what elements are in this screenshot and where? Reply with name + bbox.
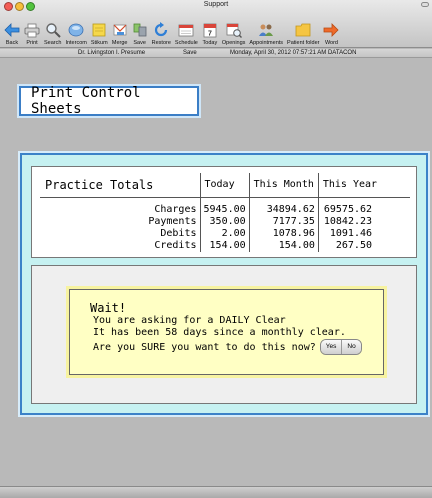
cell-value: 69575.62 — [323, 203, 373, 215]
yes-button[interactable]: Yes — [320, 340, 342, 354]
arrow-right-icon — [323, 22, 340, 38]
current-datetime: Monday, April 30, 2012 07:57:21 AM DATAC… — [230, 50, 357, 56]
today-button[interactable]: 7 Today — [200, 12, 220, 46]
appointments-button[interactable]: Appointments — [247, 12, 285, 46]
table-row: Debits 2.00 1078.96 1091.46 — [40, 227, 410, 240]
cell-value: 5945.00 — [200, 197, 250, 216]
row-label-charges: Charges — [40, 197, 201, 216]
merge-button[interactable]: Merge — [110, 12, 130, 46]
page-title: Print Control Sheets — [31, 85, 141, 117]
cell-value: 2.00 — [200, 227, 250, 240]
cell-value: 10842.23 — [323, 215, 373, 227]
column-header-today: Today — [200, 173, 250, 198]
schedule-button[interactable]: Schedule — [173, 12, 200, 46]
page-title-box: Print Control Sheets — [19, 85, 199, 117]
restore-icon — [153, 22, 169, 38]
daily-clear-warning: Wait! You are asking for a DAILY Clear I… — [69, 289, 384, 375]
stikum-button[interactable]: Stikum — [89, 12, 110, 46]
merge-icon — [112, 22, 128, 38]
save-button[interactable]: Save — [130, 12, 150, 46]
calendar-icon: 7 — [202, 22, 218, 38]
practice-totals-box: Practice Totals Today This Month This Ye… — [31, 166, 417, 258]
cell-value: 267.50 — [335, 239, 372, 251]
openings-button[interactable]: Openings — [220, 12, 248, 46]
folder-icon — [295, 22, 311, 38]
cell-value: 154.00 — [249, 239, 319, 252]
save-icon — [132, 22, 148, 38]
cell-value: 1078.96 — [249, 227, 319, 240]
intercom-button[interactable]: Intercom — [63, 12, 88, 46]
row-label-payments: Payments — [40, 215, 201, 228]
warning-line: You are asking for a DAILY Clear — [93, 315, 286, 326]
column-header-this-month: This Month — [249, 173, 319, 198]
toolbar: Back Print Search Intercom Stikum Merge … — [0, 12, 432, 48]
status-bar — [0, 486, 432, 498]
svg-text:7: 7 — [208, 31, 212, 38]
printer-icon — [24, 22, 40, 38]
cell-value: 7177.35 — [249, 215, 319, 228]
table-row: Credits 154.00 154.00 267.50 — [40, 239, 410, 252]
row-label-debits: Debits — [40, 227, 201, 240]
print-button[interactable]: Print — [22, 12, 42, 46]
restore-button[interactable]: Restore — [150, 12, 173, 46]
table-row: Payments 350.00 7177.35 10842.23 — [40, 215, 410, 228]
intercom-icon — [68, 22, 84, 38]
info-save-label: Save — [183, 50, 197, 56]
practice-totals-title: Practice Totals — [40, 173, 201, 198]
cell-value: 350.00 — [200, 215, 250, 228]
warning-heading: Wait! — [90, 301, 127, 315]
schedule-icon — [178, 22, 194, 38]
word-button[interactable]: Word — [321, 12, 341, 46]
warning-line: It has been 58 days since a monthly clea… — [93, 327, 346, 338]
appointments-icon — [258, 22, 274, 38]
cell-value: 154.00 — [200, 239, 250, 252]
search-button[interactable]: Search — [42, 12, 63, 46]
window-titlebar: Support Back Print Search Intercom Stiku… — [0, 0, 432, 48]
openings-icon — [226, 22, 242, 38]
warning-question: Are you SURE you want to do this now? Yes… — [90, 339, 362, 355]
current-user: Dr. Livingston I. Presume — [78, 50, 146, 56]
column-header-this-year: This Year — [318, 173, 411, 198]
warning-question-text: Are you SURE you want to do this now? — [93, 342, 316, 353]
yes-no-segmented-control: Yes No — [319, 339, 362, 355]
practice-totals-table: Practice Totals Today This Month This Ye… — [40, 173, 411, 252]
window-title: Support — [203, 1, 229, 8]
table-row: Charges 5945.00 34894.62 69575.62 — [40, 197, 410, 216]
back-button[interactable]: Back — [2, 12, 22, 46]
magnifier-icon — [45, 22, 61, 38]
info-bar: Dr. Livingston I. Presume Save Monday, A… — [0, 49, 432, 58]
cell-value: 34894.62 — [249, 197, 319, 216]
toolbar-toggle-button[interactable] — [421, 2, 429, 7]
cell-value: 1091.46 — [329, 227, 373, 239]
back-arrow-icon — [4, 22, 20, 38]
row-label-credits: Credits — [40, 239, 201, 252]
sticky-note-icon — [91, 22, 107, 38]
no-button[interactable]: No — [341, 340, 361, 354]
patient-folder-button[interactable]: Patient folder — [285, 12, 321, 46]
